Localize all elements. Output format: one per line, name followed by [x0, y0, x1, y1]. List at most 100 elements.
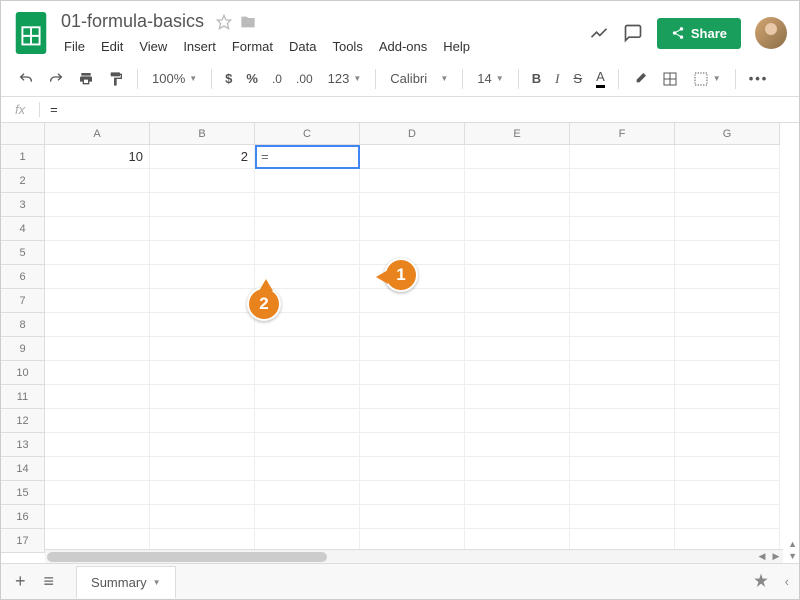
cell-e5[interactable]: [465, 241, 570, 265]
row-header[interactable]: 8: [1, 313, 45, 337]
cell-a3[interactable]: [45, 193, 150, 217]
cell-g4[interactable]: [675, 217, 780, 241]
currency-icon[interactable]: $: [220, 67, 237, 90]
scroll-down-icon[interactable]: ▼: [788, 551, 797, 561]
cell-b9[interactable]: [150, 337, 255, 361]
cell-e15[interactable]: [465, 481, 570, 505]
horizontal-scrollbar[interactable]: ◀ ▶: [45, 549, 783, 563]
row-header[interactable]: 13: [1, 433, 45, 457]
row-header[interactable]: 2: [1, 169, 45, 193]
cell-b1[interactable]: 2: [150, 145, 255, 169]
menu-edit[interactable]: Edit: [94, 36, 130, 57]
cell-e7[interactable]: [465, 289, 570, 313]
cell-a5[interactable]: [45, 241, 150, 265]
explore-icon[interactable]: [751, 572, 771, 592]
vertical-scroll-arrows[interactable]: ▲ ▼: [788, 539, 797, 561]
cell-g10[interactable]: [675, 361, 780, 385]
cell-f15[interactable]: [570, 481, 675, 505]
cell-f4[interactable]: [570, 217, 675, 241]
percent-icon[interactable]: %: [241, 67, 263, 90]
cell-d15[interactable]: [360, 481, 465, 505]
cell-b16[interactable]: [150, 505, 255, 529]
comments-icon[interactable]: [623, 23, 643, 43]
row-header[interactable]: 1: [1, 145, 45, 169]
cell-b14[interactable]: [150, 457, 255, 481]
col-header-f[interactable]: F: [570, 123, 675, 145]
scroll-up-icon[interactable]: ▲: [788, 539, 797, 549]
menu-tools[interactable]: Tools: [325, 36, 369, 57]
menu-insert[interactable]: Insert: [176, 36, 223, 57]
col-header-d[interactable]: D: [360, 123, 465, 145]
print-icon[interactable]: [73, 67, 99, 91]
cell-g12[interactable]: [675, 409, 780, 433]
cell-f11[interactable]: [570, 385, 675, 409]
cell-b6[interactable]: [150, 265, 255, 289]
cell-c1[interactable]: =: [255, 145, 360, 169]
scroll-right-icon[interactable]: ▶: [769, 551, 783, 562]
cell-c3[interactable]: [255, 193, 360, 217]
cell-c14[interactable]: [255, 457, 360, 481]
row-header[interactable]: 14: [1, 457, 45, 481]
cell-d16[interactable]: [360, 505, 465, 529]
cell-b3[interactable]: [150, 193, 255, 217]
cell-g15[interactable]: [675, 481, 780, 505]
strikethrough-icon[interactable]: S: [568, 67, 587, 90]
cell-a6[interactable]: [45, 265, 150, 289]
all-sheets-icon[interactable]: ≡: [40, 567, 59, 596]
cell-a16[interactable]: [45, 505, 150, 529]
paint-format-icon[interactable]: [103, 67, 129, 91]
row-header[interactable]: 12: [1, 409, 45, 433]
cell-c16[interactable]: [255, 505, 360, 529]
text-color-icon[interactable]: A: [591, 65, 610, 92]
row-header[interactable]: 6: [1, 265, 45, 289]
cell-e3[interactable]: [465, 193, 570, 217]
cell-f10[interactable]: [570, 361, 675, 385]
cell-b12[interactable]: [150, 409, 255, 433]
cell-g11[interactable]: [675, 385, 780, 409]
cell-f13[interactable]: [570, 433, 675, 457]
cell-a4[interactable]: [45, 217, 150, 241]
formula-input[interactable]: =: [40, 100, 799, 119]
cell-g7[interactable]: [675, 289, 780, 313]
menu-addons[interactable]: Add-ons: [372, 36, 434, 57]
more-icon[interactable]: •••: [744, 67, 774, 90]
cell-d13[interactable]: [360, 433, 465, 457]
cell-b7[interactable]: [150, 289, 255, 313]
cell-a9[interactable]: [45, 337, 150, 361]
cell-d10[interactable]: [360, 361, 465, 385]
cell-e4[interactable]: [465, 217, 570, 241]
row-header[interactable]: 5: [1, 241, 45, 265]
cell-d3[interactable]: [360, 193, 465, 217]
row-header[interactable]: 17: [1, 529, 45, 553]
col-header-b[interactable]: B: [150, 123, 255, 145]
col-header-g[interactable]: G: [675, 123, 780, 145]
cell-a11[interactable]: [45, 385, 150, 409]
col-header-e[interactable]: E: [465, 123, 570, 145]
cell-b5[interactable]: [150, 241, 255, 265]
cell-c5[interactable]: [255, 241, 360, 265]
cell-f1[interactable]: [570, 145, 675, 169]
cell-f9[interactable]: [570, 337, 675, 361]
menu-file[interactable]: File: [57, 36, 92, 57]
cell-e2[interactable]: [465, 169, 570, 193]
row-header[interactable]: 4: [1, 217, 45, 241]
document-title[interactable]: 01-formula-basics: [57, 9, 208, 34]
sheet-tab-summary[interactable]: Summary ▼: [76, 566, 176, 598]
number-format-dropdown[interactable]: 123▼: [322, 68, 368, 89]
cell-e1[interactable]: [465, 145, 570, 169]
cell-d5[interactable]: [360, 241, 465, 265]
cell-d1[interactable]: [360, 145, 465, 169]
cell-g5[interactable]: [675, 241, 780, 265]
cell-g1[interactable]: [675, 145, 780, 169]
cell-e6[interactable]: [465, 265, 570, 289]
cell-e8[interactable]: [465, 313, 570, 337]
cell-b4[interactable]: [150, 217, 255, 241]
font-dropdown[interactable]: Calibri▼: [384, 68, 454, 89]
cell-g9[interactable]: [675, 337, 780, 361]
cell-c15[interactable]: [255, 481, 360, 505]
move-folder-icon[interactable]: [240, 14, 256, 30]
menu-data[interactable]: Data: [282, 36, 323, 57]
cell-f2[interactable]: [570, 169, 675, 193]
borders-icon[interactable]: [657, 67, 683, 91]
cell-a15[interactable]: [45, 481, 150, 505]
